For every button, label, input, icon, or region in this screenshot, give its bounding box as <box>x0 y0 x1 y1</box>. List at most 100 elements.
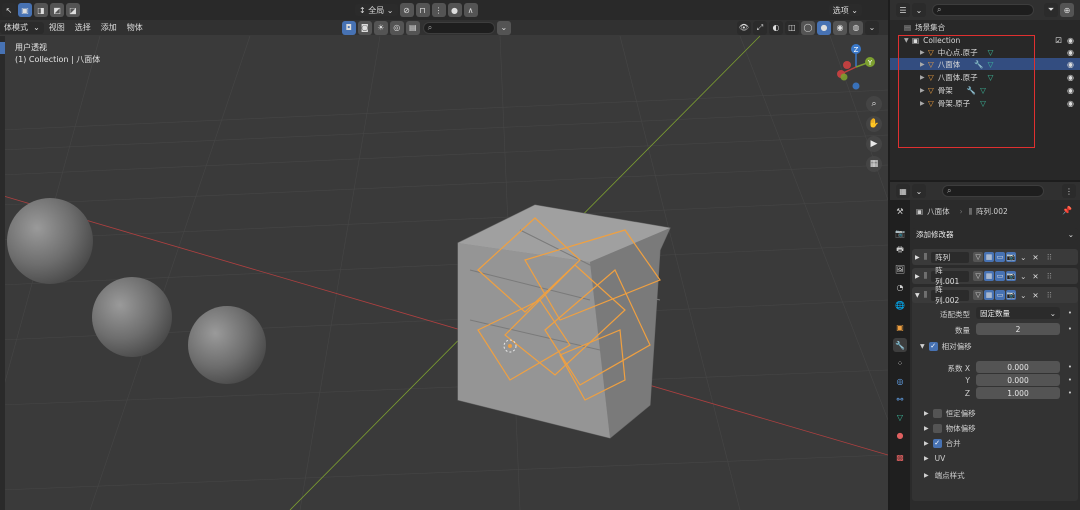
snap-target-icon[interactable]: ⋮ <box>431 3 446 17</box>
panel-options-icon[interactable]: ⋮ <box>1062 184 1076 198</box>
caps-row[interactable]: ▶ 端点样式 <box>924 470 965 481</box>
options-dropdown[interactable]: 选项 ⌄ <box>828 4 862 16</box>
pin-icon[interactable]: 📌 <box>1062 206 1072 215</box>
object-offset-row[interactable]: ▶ 物体偏移 <box>924 423 976 434</box>
uv-row[interactable]: ▶ UV <box>924 454 945 463</box>
gizmo-neg-z-icon[interactable] <box>852 82 860 90</box>
pan-hand-icon[interactable]: ✋ <box>866 116 882 132</box>
pivot-icon[interactable]: ⊘ <box>399 3 414 17</box>
sphere-object-3[interactable] <box>188 306 266 384</box>
menu-view[interactable]: 视图 <box>44 22 70 33</box>
output-tab-icon[interactable]: 🖶 <box>893 244 907 258</box>
sphere-object-1[interactable] <box>7 198 93 284</box>
viewport-search-input[interactable]: ⌕ <box>422 21 495 34</box>
constant-offset-row[interactable]: ▶ 恒定偏移 <box>924 408 976 419</box>
animate-dot-icon[interactable]: • <box>1068 389 1072 397</box>
expand-triangle-icon[interactable]: ▶ <box>915 254 920 261</box>
octahedron-array-object[interactable] <box>457 204 671 439</box>
outliner-scene-collection-row[interactable]: ▤ 场景集合 <box>890 21 1080 33</box>
data-tab-icon[interactable]: ▽ <box>893 410 907 424</box>
collapse-triangle-icon[interactable]: ▼ <box>920 343 925 350</box>
animate-dot-icon[interactable]: • <box>1068 363 1072 371</box>
display-mode-icon[interactable]: ⌄ <box>912 3 926 17</box>
chevron-down-icon[interactable]: ⌄ <box>1020 253 1026 262</box>
menu-object[interactable]: 物体 <box>122 22 148 33</box>
proportional-edit-icon[interactable]: ● <box>447 3 462 17</box>
edit-mode-icon[interactable]: ▽ <box>973 252 984 262</box>
toolbar-strip[interactable] <box>0 36 5 510</box>
select-box-mode[interactable]: ▣ <box>18 3 32 17</box>
viewport-search-dropdown-icon[interactable]: ⌄ <box>496 20 511 35</box>
properties-editor-icon[interactable]: ▦ <box>896 184 910 198</box>
gizmo-toggle-icon[interactable]: ⤢ <box>752 20 767 35</box>
expand-triangle-icon[interactable]: ▶ <box>924 410 929 417</box>
realtime-toggle-icon[interactable]: ▭ <box>995 290 1006 300</box>
chevron-down-icon[interactable]: ⌄ <box>1020 272 1026 281</box>
filter-mesh-icon[interactable]: ◘ <box>341 20 356 35</box>
navigation-gizmo[interactable]: Z Y <box>832 40 882 96</box>
merge-row[interactable]: ▶ ✓ 合并 <box>924 438 961 449</box>
realtime-toggle-icon[interactable]: ▭ <box>995 252 1006 262</box>
collection-checkbox-icon[interactable]: ☑ <box>1055 36 1062 45</box>
count-field[interactable]: 2 <box>976 323 1060 335</box>
eye-icon[interactable]: ◉ <box>1067 86 1074 95</box>
chevron-down-icon[interactable]: ⌄ <box>1020 291 1026 300</box>
mode-dropdown[interactable]: 体模式 ⌄ <box>0 21 44 34</box>
expand-triangle-icon[interactable]: ▶ <box>924 472 929 479</box>
relative-offset-checkbox[interactable]: ✓ <box>928 342 938 351</box>
zoom-icon[interactable]: ⌕ <box>866 96 882 112</box>
world-tab-icon[interactable]: 🌐 <box>893 298 907 312</box>
filter-other-icon[interactable]: ◎ <box>389 20 404 35</box>
realtime-toggle-icon[interactable]: ▭ <box>995 271 1006 281</box>
editmode-toggle-icon[interactable]: ▦ <box>984 290 995 300</box>
shading-material-icon[interactable]: ◉ <box>832 20 847 35</box>
render-toggle-icon[interactable]: 📷 <box>1006 290 1017 300</box>
factor-x-field[interactable]: 0.000 <box>976 361 1060 373</box>
factor-z-field[interactable]: 1.000 <box>976 387 1060 399</box>
render-toggle-icon[interactable]: 📷 <box>1006 252 1017 262</box>
edit-mode-icon[interactable]: ▽ <box>973 290 984 300</box>
drag-handle-icon[interactable]: ⠿ <box>1047 253 1053 262</box>
select-extend-mode[interactable]: ◨ <box>34 3 48 17</box>
xray-toggle-icon[interactable]: ◫ <box>784 20 799 35</box>
view-layer-tab-icon[interactable]: 🖼 <box>893 262 907 276</box>
constant-offset-checkbox[interactable] <box>932 409 942 418</box>
shading-solid-icon[interactable]: ● <box>816 20 831 35</box>
factor-y-field[interactable]: 0.000 <box>976 374 1060 386</box>
expand-triangle-icon[interactable]: ▶ <box>924 440 929 447</box>
select-intersect-mode[interactable]: ◪ <box>66 3 80 17</box>
gizmo-x-icon[interactable] <box>843 61 851 69</box>
gizmo-neg-y-icon[interactable] <box>840 73 848 81</box>
scene-tab-icon[interactable]: ◔ <box>893 280 907 294</box>
physics-tab-icon[interactable]: ◎ <box>893 374 907 388</box>
outliner-search-input[interactable]: ⌕ <box>932 4 1034 16</box>
filter-more-icon[interactable]: ▤ <box>405 20 420 35</box>
shading-rendered-icon[interactable]: ◍ <box>848 20 863 35</box>
drag-handle-icon[interactable]: ⠿ <box>1047 272 1053 281</box>
ortho-grid-icon[interactable]: ▦ <box>866 156 882 172</box>
modifier-header-row[interactable]: ▼ ⫼ 阵列.002 ▽ ▦ ▭ 📷 ⌄ ✕ ⠿ <box>912 285 1078 305</box>
overlay-toggle-icon[interactable]: ◐ <box>768 20 783 35</box>
filter-camera-icon[interactable]: ◙ <box>357 20 372 35</box>
viewport-scene[interactable] <box>0 0 888 510</box>
constraints-tab-icon[interactable]: ⚯ <box>893 392 907 406</box>
close-icon[interactable]: ✕ <box>1032 291 1038 300</box>
eye-icon[interactable]: ◉ <box>1067 73 1074 82</box>
expand-triangle-icon[interactable]: ▶ <box>915 273 920 280</box>
drag-handle-icon[interactable]: ⠿ <box>1047 291 1053 300</box>
texture-tab-icon[interactable]: ▩ <box>893 450 907 464</box>
editor-type-button[interactable]: ↖ <box>2 3 16 17</box>
animate-dot-icon[interactable]: • <box>1068 325 1072 333</box>
shading-wireframe-icon[interactable]: ◯ <box>800 20 815 35</box>
modifier-name-field[interactable]: 阵列.001 <box>931 266 970 286</box>
tool-tab-icon[interactable]: ⚒ <box>893 204 907 218</box>
expand-triangle-icon[interactable]: ▶ <box>924 455 929 462</box>
particles-tab-icon[interactable]: ⁘ <box>893 356 907 370</box>
visibility-icon[interactable]: 👁 <box>736 20 751 35</box>
shading-options-icon[interactable]: ⌄ <box>864 20 879 35</box>
select-subtract-mode[interactable]: ◩ <box>50 3 64 17</box>
eye-icon[interactable]: ◉ <box>1067 60 1074 69</box>
collapse-triangle-icon[interactable]: ▼ <box>915 292 920 299</box>
render-toggle-icon[interactable]: 📷 <box>1006 271 1017 281</box>
merge-checkbox[interactable]: ✓ <box>932 439 942 448</box>
